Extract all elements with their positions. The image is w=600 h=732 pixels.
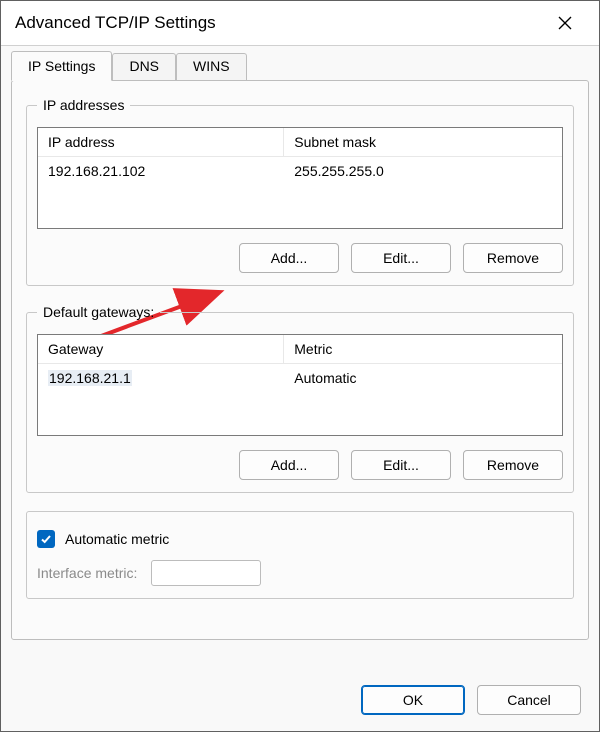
gateway-remove-button[interactable]: Remove: [463, 450, 563, 480]
gateway-edit-button[interactable]: Edit...: [351, 450, 451, 480]
close-button[interactable]: [545, 3, 585, 43]
group-ip-addresses: IP addresses IP address Subnet mask 192.…: [26, 97, 574, 286]
gateways-header: Gateway Metric: [38, 335, 562, 364]
ip-remove-button[interactable]: Remove: [463, 243, 563, 273]
automatic-metric-checkbox[interactable]: [37, 530, 55, 548]
group-gateways: Default gateways: Gateway Metric 192.168…: [26, 304, 574, 493]
ip-addresses-buttons: Add... Edit... Remove: [37, 243, 563, 273]
dialog-content: IP Settings DNS WINS IP addresses IP add…: [1, 45, 599, 673]
col-metric: Metric: [284, 335, 562, 364]
cancel-button[interactable]: Cancel: [477, 685, 581, 715]
ip-addresses-list[interactable]: IP address Subnet mask 192.168.21.102 25…: [37, 127, 563, 229]
tab-dns[interactable]: DNS: [112, 53, 176, 83]
group-metric: Automatic metric Interface metric:: [26, 511, 574, 599]
gateways-list[interactable]: Gateway Metric 192.168.21.1 Automatic: [37, 334, 563, 436]
interface-metric-label: Interface metric:: [37, 565, 137, 581]
tab-strip: IP Settings DNS WINS: [11, 51, 589, 81]
advanced-tcpip-settings-dialog: Advanced TCP/IP Settings IP Settings DNS…: [0, 0, 600, 732]
group-ip-addresses-legend: IP addresses: [37, 97, 130, 113]
dialog-footer: OK Cancel: [1, 673, 599, 731]
automatic-metric-label: Automatic metric: [65, 531, 169, 547]
checkmark-icon: [40, 533, 52, 545]
gateways-buttons: Add... Edit... Remove: [37, 450, 563, 480]
close-icon: [558, 16, 572, 30]
cell-ip-address: 192.168.21.102: [38, 157, 284, 185]
cell-subnet-mask: 255.255.255.0: [284, 157, 562, 185]
col-subnet-mask: Subnet mask: [284, 128, 562, 157]
ip-address-row[interactable]: 192.168.21.102 255.255.255.0: [38, 157, 562, 185]
col-ip-address: IP address: [38, 128, 284, 157]
ip-add-button[interactable]: Add...: [239, 243, 339, 273]
titlebar: Advanced TCP/IP Settings: [1, 1, 599, 45]
interface-metric-input: [151, 560, 261, 586]
interface-metric-row: Interface metric:: [37, 560, 563, 586]
tab-ip-settings[interactable]: IP Settings: [11, 51, 112, 81]
gateway-add-button[interactable]: Add...: [239, 450, 339, 480]
window-title: Advanced TCP/IP Settings: [15, 13, 216, 33]
group-gateways-legend: Default gateways:: [37, 304, 160, 320]
cell-gateway-metric: Automatic: [284, 364, 562, 392]
tab-wins[interactable]: WINS: [176, 53, 247, 83]
automatic-metric-row: Automatic metric: [37, 530, 563, 548]
ip-addresses-header: IP address Subnet mask: [38, 128, 562, 157]
tabpanel-ip-settings: IP addresses IP address Subnet mask 192.…: [11, 80, 589, 640]
ok-button[interactable]: OK: [361, 685, 465, 715]
cell-gateway: 192.168.21.1: [38, 364, 284, 392]
col-gateway: Gateway: [38, 335, 284, 364]
gateway-row[interactable]: 192.168.21.1 Automatic: [38, 364, 562, 392]
ip-edit-button[interactable]: Edit...: [351, 243, 451, 273]
